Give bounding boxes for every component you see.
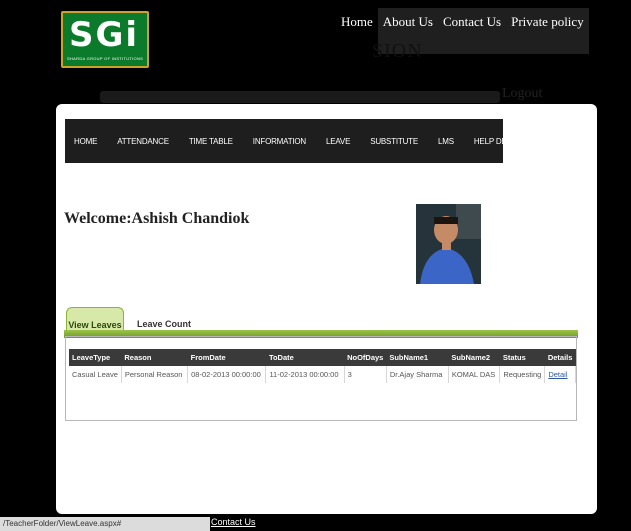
cell-status: Requesting bbox=[499, 366, 546, 383]
nav-information[interactable]: INFORMATION bbox=[253, 137, 306, 146]
logo-tagline: SHARDA GROUP OF INSTITUTIONS bbox=[67, 56, 143, 61]
col-leave-type: LeaveType bbox=[69, 349, 122, 366]
sgi-logo[interactable]: SGi SHARDA GROUP OF INSTITUTIONS bbox=[61, 11, 149, 68]
detail-link[interactable]: Detail bbox=[548, 370, 567, 379]
nav-attendance[interactable]: ATTENDANCE bbox=[117, 137, 169, 146]
cell-details: Detail bbox=[544, 366, 576, 383]
cell-no-of-days: 3 bbox=[344, 366, 387, 383]
table-row: Casual Leave Personal Reason 08-02-2013 … bbox=[69, 366, 576, 383]
nav-substitute[interactable]: SUBSTITUTE bbox=[370, 137, 418, 146]
nav-home[interactable]: HOME bbox=[74, 137, 97, 146]
leave-table: LeaveType Reason FromDate ToDate NoOfDay… bbox=[69, 349, 576, 383]
nav-time-table[interactable]: TIME TABLE bbox=[189, 137, 233, 146]
topnav-contact-link[interactable]: Contact Us bbox=[437, 8, 507, 54]
cell-from-date: 08-02-2013 00:00:00 bbox=[187, 366, 267, 383]
main-panel: HOME ATTENDANCE TIME TABLE INFORMATION L… bbox=[56, 104, 597, 514]
cell-subname2: KOMAL DAS bbox=[448, 366, 501, 383]
nav-help-desk[interactable]: HELP DESK bbox=[474, 137, 517, 146]
footer-contact-link[interactable]: Contact Us bbox=[211, 517, 256, 527]
user-photo bbox=[416, 204, 481, 284]
welcome-heading: Welcome:Ashish Chandiok bbox=[64, 210, 250, 227]
col-no-of-days: NoOfDays bbox=[344, 349, 387, 366]
main-navigation: HOME ATTENDANCE TIME TABLE INFORMATION L… bbox=[65, 119, 517, 163]
col-reason: Reason bbox=[121, 349, 188, 366]
col-status: Status bbox=[499, 349, 545, 366]
topnav-privacy-link[interactable]: Private policy bbox=[506, 8, 589, 54]
table-header-row: LeaveType Reason FromDate ToDate NoOfDay… bbox=[69, 349, 576, 366]
col-from-date: FromDate bbox=[187, 349, 266, 366]
cell-reason: Personal Reason bbox=[121, 366, 189, 383]
col-details: Details bbox=[544, 349, 576, 366]
profile-photo-icon bbox=[416, 204, 481, 284]
ghost-overlap-bar bbox=[100, 91, 500, 103]
col-subname2: SubName2 bbox=[448, 349, 500, 366]
cell-subname1: Dr.Ajay Sharma bbox=[386, 366, 449, 383]
nav-lms[interactable]: LMS bbox=[438, 137, 454, 146]
leave-tabs: View Leaves Leave Count bbox=[64, 307, 578, 338]
col-to-date: ToDate bbox=[265, 349, 345, 366]
ghost-overlap-text: SION bbox=[372, 40, 423, 62]
logout-link[interactable]: Logout bbox=[502, 86, 542, 102]
col-subname1: SubName1 bbox=[386, 349, 449, 366]
browser-status-bar: /TeacherFolder/ViewLeave.aspx# bbox=[0, 517, 210, 531]
cell-to-date: 11-02-2013 00:00:00 bbox=[265, 366, 345, 383]
cell-leave-type: Casual Leave bbox=[69, 366, 122, 383]
nav-leave[interactable]: LEAVE bbox=[326, 137, 350, 146]
logo-brand-text: SGi bbox=[69, 15, 140, 55]
leave-table-container: LeaveType Reason FromDate ToDate NoOfDay… bbox=[65, 336, 577, 421]
